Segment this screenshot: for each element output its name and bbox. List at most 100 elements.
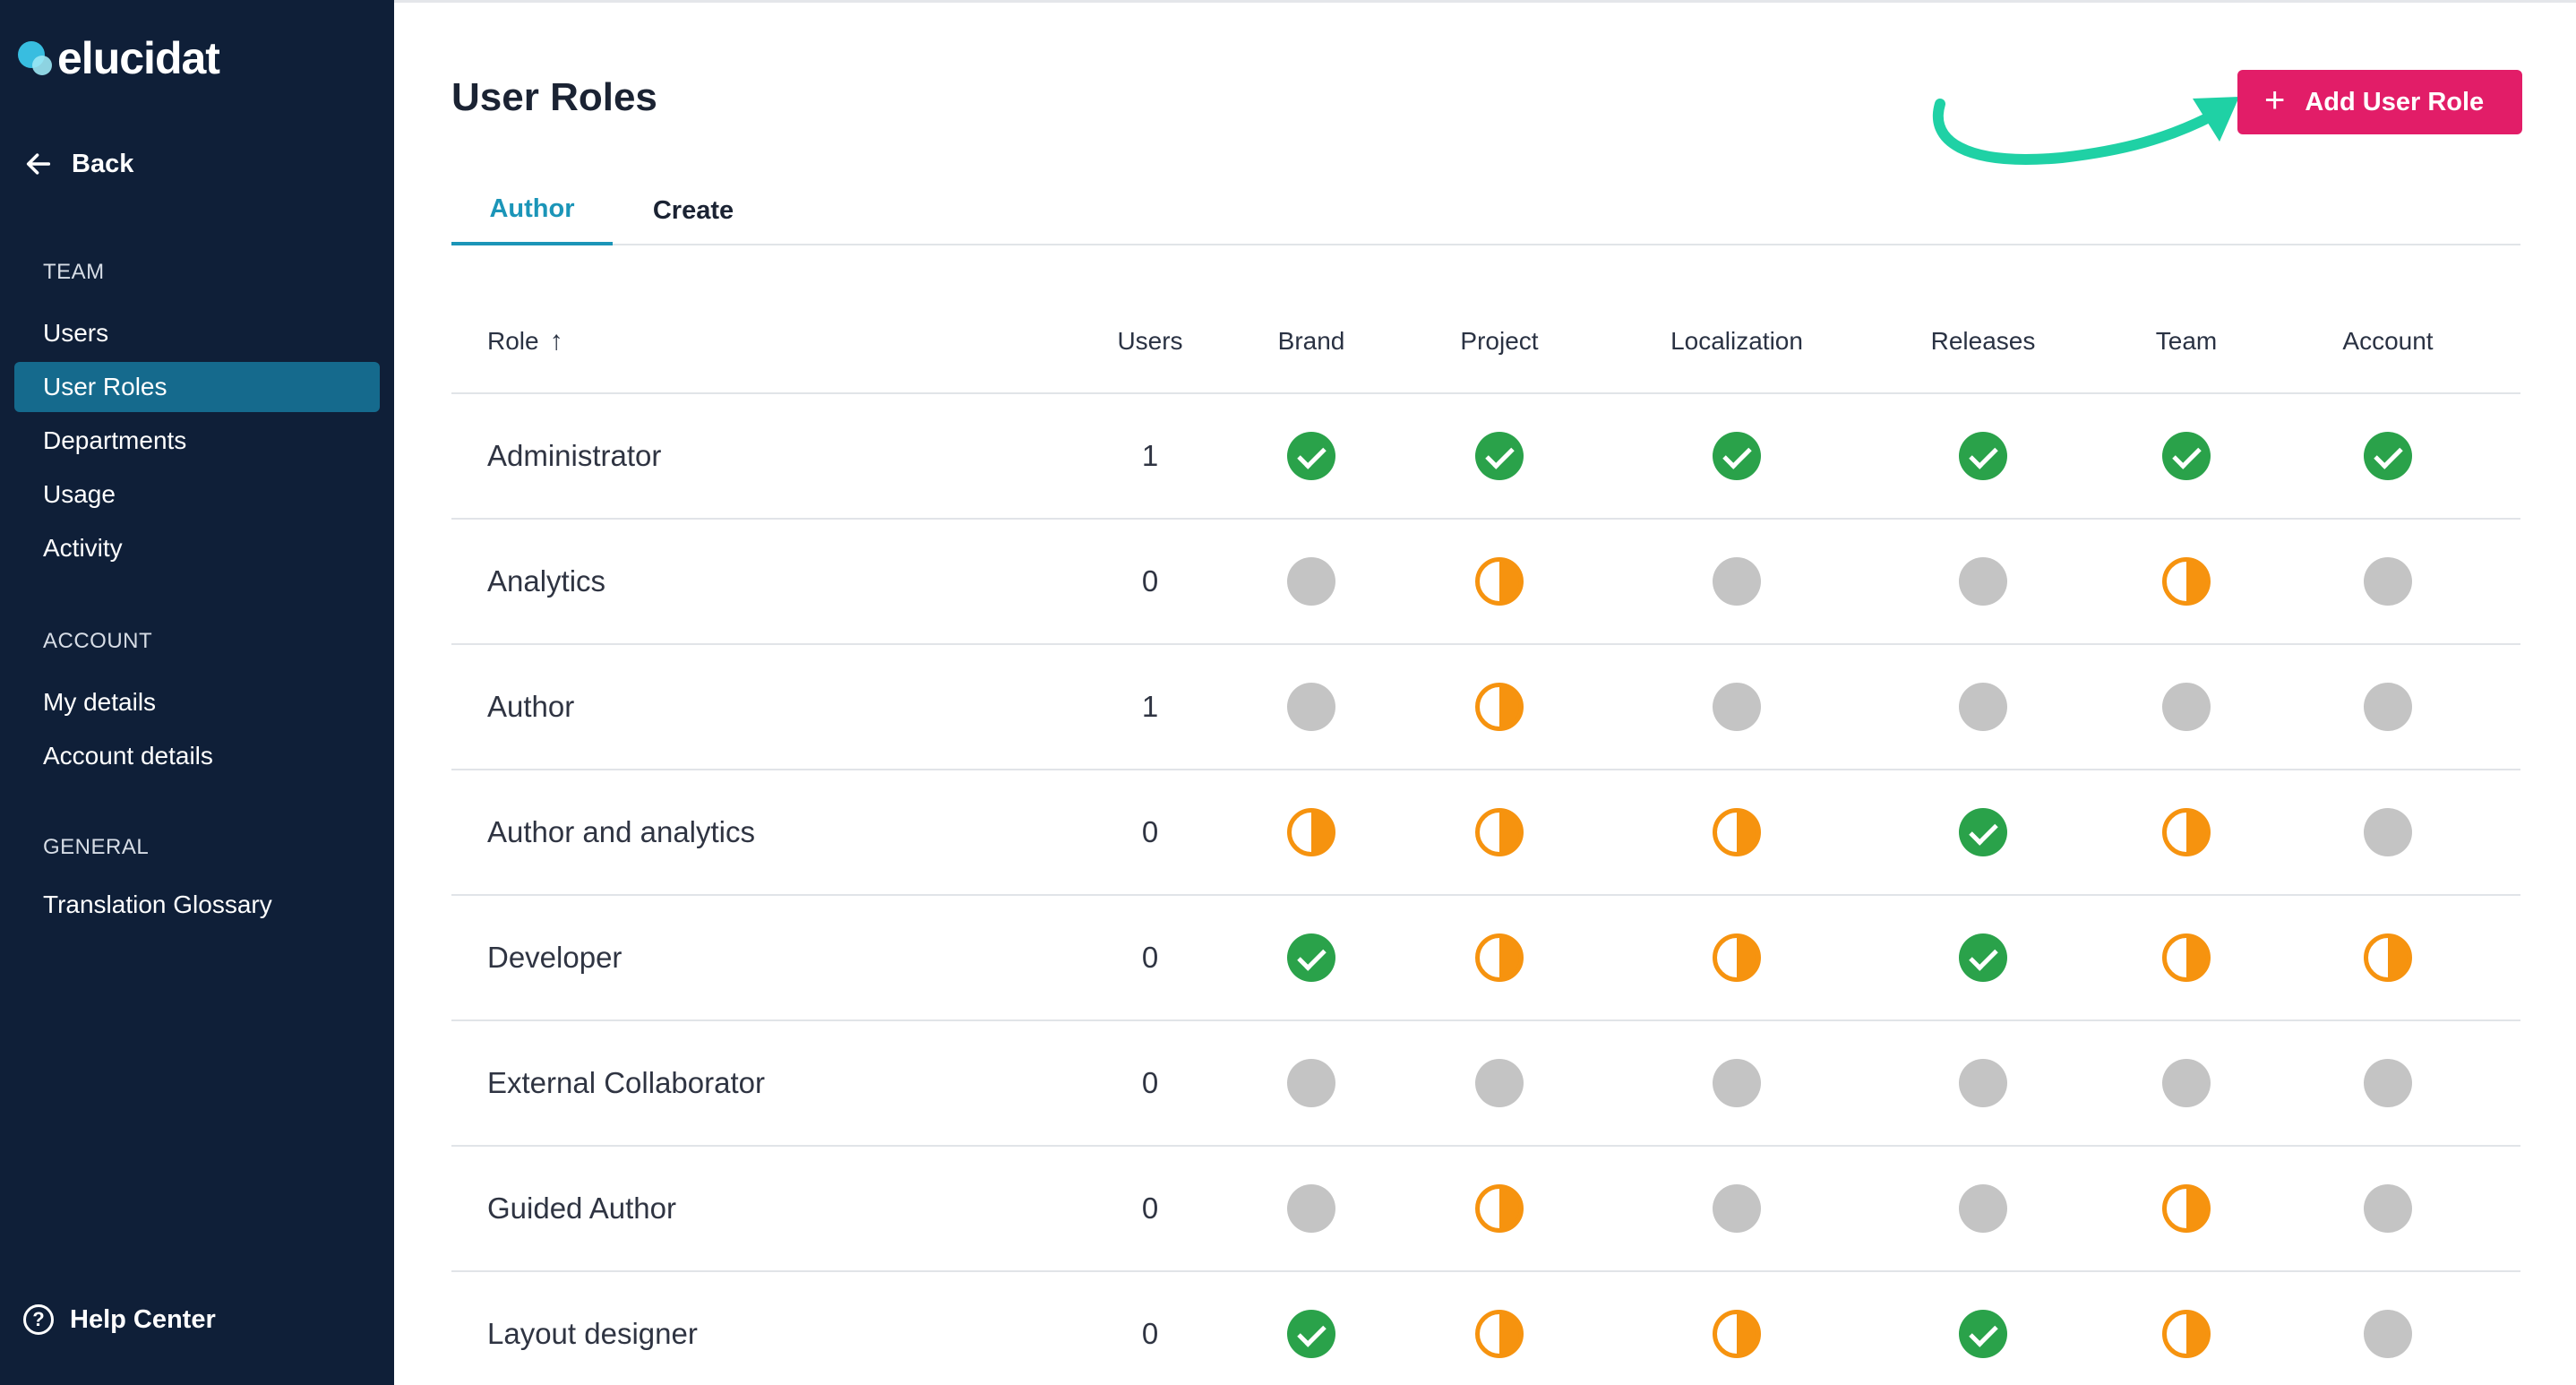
help-center-link[interactable]: ? Help Center <box>23 1304 216 1335</box>
tab-author[interactable]: Author <box>451 176 613 245</box>
app: elucidat Back TEAM Users User Roles Departm… <box>0 0 2576 1385</box>
role-name: Analytics <box>487 564 606 598</box>
check-circle-icon <box>2162 432 2211 480</box>
empty-circle-icon <box>1959 683 2007 731</box>
permission-team <box>2151 1147 2222 1270</box>
section-label-team: TEAM <box>43 260 105 284</box>
empty-circle-icon <box>1959 1184 2007 1233</box>
half-circle-icon <box>1713 808 1761 856</box>
user-count: 0 <box>1141 941 1159 974</box>
half-circle-icon <box>1287 808 1335 856</box>
permission-releases <box>1947 896 2019 1019</box>
empty-circle-icon <box>2364 1184 2412 1233</box>
table-row[interactable]: Developer 0 <box>451 896 2520 1021</box>
annotation-arrow-icon <box>1932 97 2239 165</box>
permission-brand <box>1275 520 1347 643</box>
user-count: 0 <box>1141 564 1159 598</box>
user-count: 1 <box>1141 690 1159 723</box>
table-row[interactable]: Author and analytics 0 <box>451 770 2520 896</box>
logo-text: elucidat <box>57 33 220 83</box>
permission-account <box>2352 770 2424 894</box>
permission-project <box>1464 645 1535 769</box>
sidebar-item-departments[interactable]: Departments <box>14 416 380 466</box>
check-circle-icon <box>1959 1310 2007 1358</box>
help-center-label: Help Center <box>70 1304 216 1334</box>
permission-account <box>2352 645 2424 769</box>
check-circle-icon <box>1287 432 1335 480</box>
empty-circle-icon <box>1713 683 1761 731</box>
half-circle-icon <box>2162 557 2211 606</box>
table-row[interactable]: Author 1 <box>451 645 2520 770</box>
permission-team <box>2151 1272 2222 1385</box>
arrow-up-icon: ↑ <box>549 326 563 356</box>
permission-brand <box>1275 394 1347 518</box>
column-header-brand: Brand <box>1277 327 1345 355</box>
check-circle-icon <box>1287 1310 1335 1358</box>
table-row[interactable]: External Collaborator 0 <box>451 1021 2520 1147</box>
permission-project <box>1464 520 1535 643</box>
permission-project <box>1464 1147 1535 1270</box>
empty-circle-icon <box>1713 1184 1761 1233</box>
role-name: Administrator <box>487 439 662 472</box>
half-circle-icon <box>1475 683 1524 731</box>
permission-brand <box>1275 1272 1347 1385</box>
table-row[interactable]: Layout designer 0 <box>451 1272 2520 1385</box>
role-name: Author <box>487 690 575 723</box>
column-header-role[interactable]: Role ↑ <box>487 290 563 392</box>
permission-account <box>2352 896 2424 1019</box>
permission-team <box>2151 394 2222 518</box>
permission-brand <box>1275 896 1347 1019</box>
tab-create[interactable]: Create <box>631 176 756 245</box>
user-count: 0 <box>1141 815 1159 848</box>
permission-localization <box>1701 520 1773 643</box>
permission-releases <box>1947 520 2019 643</box>
permission-brand <box>1275 770 1347 894</box>
empty-circle-icon <box>2364 683 2412 731</box>
table-row[interactable]: Administrator 1 <box>451 394 2520 520</box>
plus-icon: + <box>2264 81 2286 120</box>
table-header: Role ↑ Users Brand Project Localization … <box>451 290 2520 394</box>
elucidat-logo[interactable]: elucidat <box>16 27 220 90</box>
sidebar-item-usage[interactable]: Usage <box>14 469 380 520</box>
permission-team <box>2151 520 2222 643</box>
empty-circle-icon <box>1287 557 1335 606</box>
empty-circle-icon <box>1287 1184 1335 1233</box>
half-circle-icon <box>1475 1184 1524 1233</box>
check-circle-icon <box>1713 432 1761 480</box>
permission-account <box>2352 1272 2424 1385</box>
sidebar-item-users[interactable]: Users <box>14 308 380 358</box>
sidebar-item-my-details[interactable]: My details <box>14 677 380 727</box>
sidebar-item-account-details[interactable]: Account details <box>14 731 380 781</box>
add-user-role-label: Add User Role <box>2305 87 2485 116</box>
empty-circle-icon <box>1475 1059 1524 1107</box>
half-circle-icon <box>1475 557 1524 606</box>
empty-circle-icon <box>1713 557 1761 606</box>
check-circle-icon <box>1287 933 1335 982</box>
sidebar-item-translation-glossary[interactable]: Translation Glossary <box>14 880 380 930</box>
user-count: 1 <box>1141 439 1159 472</box>
table-row[interactable]: Analytics 0 <box>451 520 2520 645</box>
top-divider <box>394 0 2576 3</box>
user-count: 0 <box>1141 1191 1159 1225</box>
check-circle-icon <box>2364 432 2412 480</box>
empty-circle-icon <box>1713 1059 1761 1107</box>
permission-localization <box>1701 1272 1773 1385</box>
sidebar-item-user-roles[interactable]: User Roles <box>14 362 380 412</box>
add-user-role-button[interactable]: + Add User Role <box>2237 70 2522 134</box>
role-name: External Collaborator <box>487 1066 765 1099</box>
check-circle-icon <box>1959 808 2007 856</box>
permission-localization <box>1701 394 1773 518</box>
permission-team <box>2151 1021 2222 1145</box>
sidebar-item-activity[interactable]: Activity <box>14 523 380 573</box>
column-header-localization: Localization <box>1670 327 1803 355</box>
back-button[interactable]: Back <box>23 149 133 179</box>
column-header-team: Team <box>2155 327 2218 355</box>
column-header-users: Users <box>1117 327 1183 355</box>
permission-team <box>2151 645 2222 769</box>
half-circle-icon <box>1713 933 1761 982</box>
permission-localization <box>1701 1021 1773 1145</box>
arrow-left-icon <box>26 153 51 175</box>
empty-circle-icon <box>1959 557 2007 606</box>
table-row[interactable]: Guided Author 0 <box>451 1147 2520 1272</box>
permission-account <box>2352 520 2424 643</box>
